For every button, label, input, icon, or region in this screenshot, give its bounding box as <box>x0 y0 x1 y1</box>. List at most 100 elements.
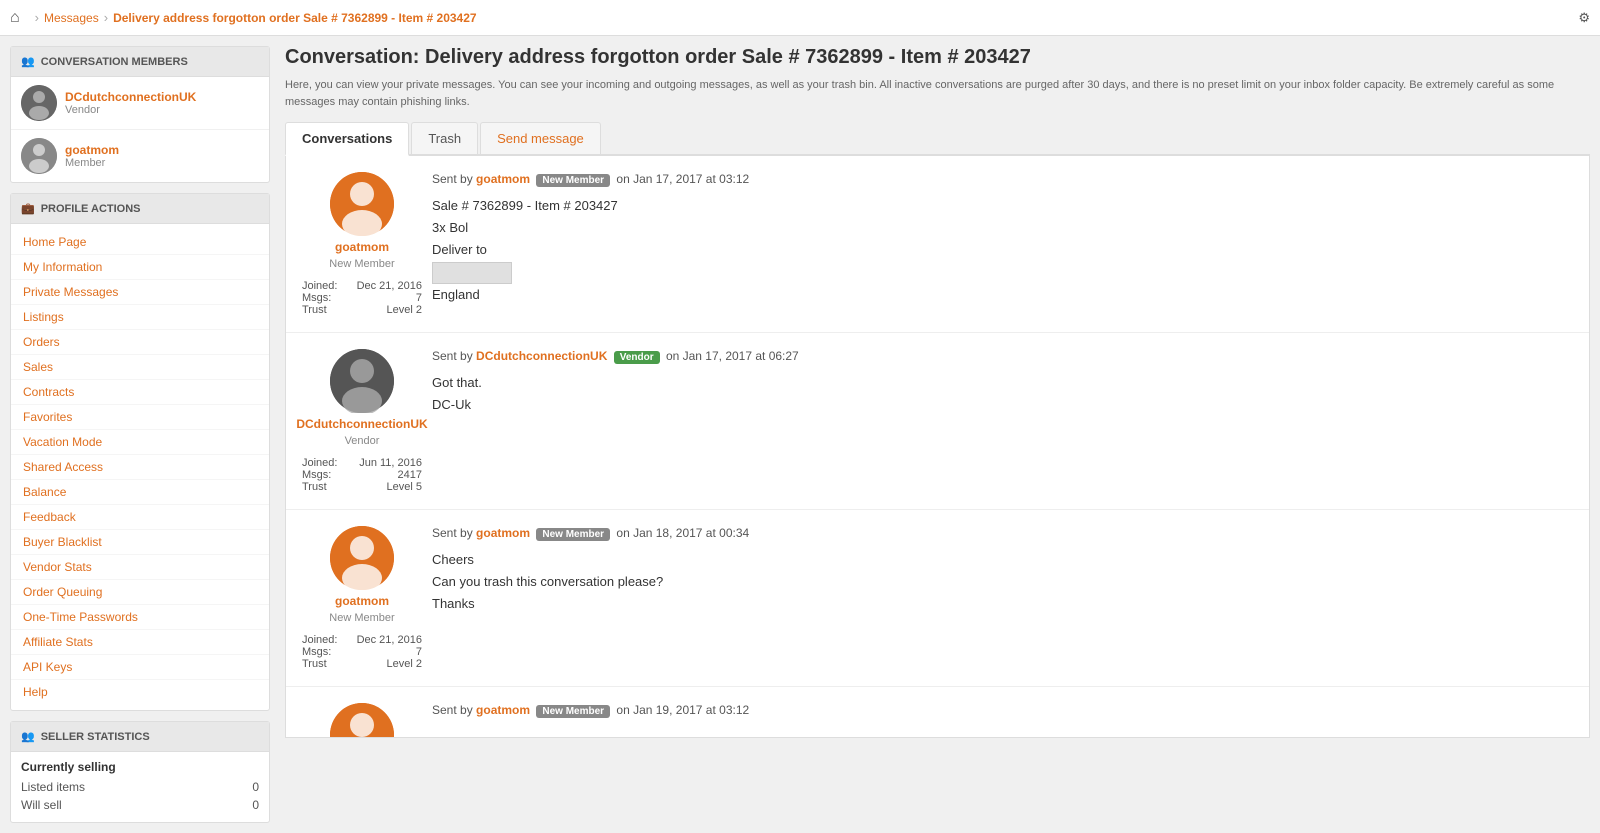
member-avatar-member <box>21 138 57 174</box>
link-shared-access[interactable]: Shared Access <box>11 455 269 480</box>
msg-badge-2: Vendor <box>614 351 660 364</box>
msg-header-2: Sent by DCdutchconnectionUK Vendor on Ja… <box>432 349 1573 364</box>
msg-avatar-col-3: goatmom New Member Joined:Dec 21, 2016 M… <box>302 526 422 670</box>
member-item-member: goatmom Member <box>11 130 269 182</box>
seller-stats-content: Currently selling Listed items 0 Will se… <box>11 752 269 822</box>
msg-sender-4[interactable]: goatmom <box>476 703 530 717</box>
msg-header-3: Sent by goatmom New Member on Jan 18, 20… <box>432 526 1573 541</box>
msg-header-1: Sent by goatmom New Member on Jan 17, 20… <box>432 172 1573 187</box>
msg-body-1: Sent by goatmom New Member on Jan 17, 20… <box>422 172 1573 316</box>
link-contracts[interactable]: Contracts <box>11 380 269 405</box>
stat-listed-items: Listed items 0 <box>21 778 259 796</box>
message-row-4: Sent by goatmom New Member on Jan 19, 20… <box>286 687 1589 737</box>
msg-avatar-col-2: DCdutchconnectionUK Vendor Joined:Jun 11… <box>302 349 422 493</box>
member-avatar-vendor <box>21 85 57 121</box>
stat-will-sell-value: 0 <box>252 798 259 812</box>
link-listings[interactable]: Listings <box>11 305 269 330</box>
msg-content-3: Cheers Can you trash this conversation p… <box>432 549 1573 615</box>
msg-header-4: Sent by goatmom New Member on Jan 19, 20… <box>432 703 1573 718</box>
conversation-members-box: 👥 CONVERSATION MEMBERS DCdutchconnection… <box>10 46 270 183</box>
msg-sender-1[interactable]: goatmom <box>476 172 530 186</box>
link-help[interactable]: Help <box>11 680 269 704</box>
msg-username-3[interactable]: goatmom <box>335 594 389 608</box>
conversation-members-header: 👥 CONVERSATION MEMBERS <box>11 47 269 77</box>
redacted-box-1 <box>432 262 512 284</box>
msg-badge-1: New Member <box>536 174 610 187</box>
member-name-vendor[interactable]: DCdutchconnectionUK <box>65 90 196 104</box>
link-api-keys[interactable]: API Keys <box>11 655 269 680</box>
msg-userrole-3: New Member <box>329 612 394 624</box>
msg-avatar-2 <box>330 349 394 413</box>
link-my-information[interactable]: My Information <box>11 255 269 280</box>
breadcrumb-current[interactable]: Delivery address forgotton order Sale # … <box>113 11 477 25</box>
members-icon: 👥 <box>21 55 35 68</box>
link-vendor-stats[interactable]: Vendor Stats <box>11 555 269 580</box>
top-nav: ⌂ › Messages › Delivery address forgotto… <box>0 0 1600 36</box>
tab-trash[interactable]: Trash <box>411 122 478 154</box>
seller-stats-icon: 👥 <box>21 730 35 743</box>
msg-meta-2: Joined:Jun 11, 2016 Msgs:2417 TrustLevel… <box>302 451 422 493</box>
msg-body-3: Sent by goatmom New Member on Jan 18, 20… <box>422 526 1573 670</box>
stat-listed-value: 0 <box>252 780 259 794</box>
breadcrumb-messages[interactable]: Messages <box>44 11 99 25</box>
stat-listed-label: Listed items <box>21 780 85 794</box>
link-affiliate-stats[interactable]: Affiliate Stats <box>11 630 269 655</box>
link-favorites[interactable]: Favorites <box>11 405 269 430</box>
msg-username-1[interactable]: goatmom <box>335 240 389 254</box>
link-vacation-mode[interactable]: Vacation Mode <box>11 430 269 455</box>
link-balance[interactable]: Balance <box>11 480 269 505</box>
settings-icon[interactable]: ⚙ <box>1578 10 1590 26</box>
link-one-time-passwords[interactable]: One-Time Passwords <box>11 605 269 630</box>
link-private-messages[interactable]: Private Messages <box>11 280 269 305</box>
msg-badge-3: New Member <box>536 528 610 541</box>
link-feedback[interactable]: Feedback <box>11 505 269 530</box>
home-icon[interactable]: ⌂ <box>10 9 20 27</box>
page-title: Conversation: Delivery address forgotton… <box>285 46 1590 69</box>
msg-avatar-1 <box>330 172 394 236</box>
msg-avatar-4 <box>330 703 394 737</box>
tab-conversations[interactable]: Conversations <box>285 122 409 156</box>
profile-links-list: Home Page My Information Private Message… <box>11 224 269 710</box>
msg-userrole-1: New Member <box>329 258 394 270</box>
link-sales[interactable]: Sales <box>11 355 269 380</box>
msg-userrole-2: Vendor <box>345 435 380 447</box>
profile-icon: 💼 <box>21 202 35 215</box>
sidebar: 👥 CONVERSATION MEMBERS DCdutchconnection… <box>0 36 280 833</box>
profile-actions-box: 💼 PROFILE ACTIONS Home Page My Informati… <box>10 193 270 711</box>
page-description: Here, you can view your private messages… <box>285 77 1590 110</box>
tab-send-message[interactable]: Send message <box>480 122 601 154</box>
member-item-vendor: DCdutchconnectionUK Vendor <box>11 77 269 130</box>
msg-body-2: Sent by DCdutchconnectionUK Vendor on Ja… <box>422 349 1573 493</box>
message-row-1: goatmom New Member Joined:Dec 21, 2016 M… <box>286 156 1589 333</box>
seller-stats-box: 👥 SELLER STATISTICS Currently selling Li… <box>10 721 270 823</box>
currently-selling-label: Currently selling <box>21 760 259 774</box>
msg-avatar-col-1: goatmom New Member Joined:Dec 21, 2016 M… <box>302 172 422 316</box>
messages-container: goatmom New Member Joined:Dec 21, 2016 M… <box>285 156 1590 738</box>
message-row-3: goatmom New Member Joined:Dec 21, 2016 M… <box>286 510 1589 687</box>
msg-badge-4: New Member <box>536 705 610 718</box>
link-buyer-blacklist[interactable]: Buyer Blacklist <box>11 530 269 555</box>
tabs-bar: Conversations Trash Send message <box>285 122 1590 156</box>
link-order-queuing[interactable]: Order Queuing <box>11 580 269 605</box>
member-name-member[interactable]: goatmom <box>65 143 119 157</box>
profile-actions-header: 💼 PROFILE ACTIONS <box>11 194 269 224</box>
msg-avatar-3 <box>330 526 394 590</box>
member-role-vendor: Vendor <box>65 104 196 116</box>
link-orders[interactable]: Orders <box>11 330 269 355</box>
link-home-page[interactable]: Home Page <box>11 230 269 255</box>
msg-meta-1: Joined:Dec 21, 2016 Msgs:7 TrustLevel 2 <box>302 274 422 316</box>
stat-will-sell-label: Will sell <box>21 798 62 812</box>
msg-content-2: Got that. DC-Uk <box>432 372 1573 416</box>
message-row-2: DCdutchconnectionUK Vendor Joined:Jun 11… <box>286 333 1589 510</box>
msg-meta-3: Joined:Dec 21, 2016 Msgs:7 TrustLevel 2 <box>302 628 422 670</box>
stat-will-sell: Will sell 0 <box>21 796 259 814</box>
main-content: Conversation: Delivery address forgotton… <box>280 36 1600 833</box>
member-role-member: Member <box>65 157 119 169</box>
msg-username-2[interactable]: DCdutchconnectionUK <box>296 417 427 431</box>
seller-stats-header: 👥 SELLER STATISTICS <box>11 722 269 752</box>
msg-sender-3[interactable]: goatmom <box>476 526 530 540</box>
msg-content-1: Sale # 7362899 - Item # 203427 3x Bol De… <box>432 195 1573 306</box>
msg-body-4: Sent by goatmom New Member on Jan 19, 20… <box>422 703 1573 721</box>
msg-sender-2[interactable]: DCdutchconnectionUK <box>476 349 607 363</box>
msg-avatar-col-4 <box>302 703 422 721</box>
